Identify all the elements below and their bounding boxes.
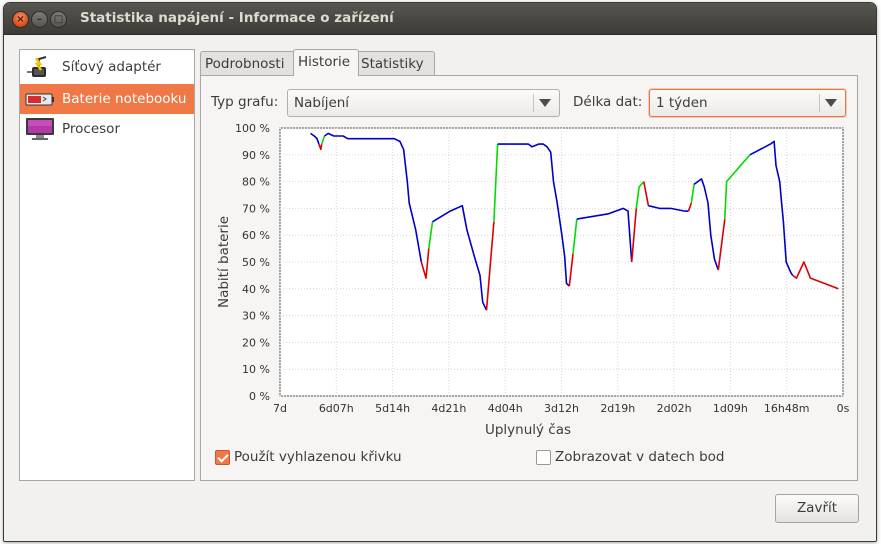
show-data-points-checkbox[interactable] [536,450,551,465]
x-tick-label: 4d04h [488,402,523,415]
x-tick-label: 3d12h [544,402,579,415]
close-window-icon[interactable]: × [12,11,29,28]
x-tick-label: 2d02h [657,402,692,415]
close-button[interactable]: Zavřít [775,494,859,523]
sidebar-item-power-adapter[interactable]: Síťový adaptér [20,52,194,82]
y-tick-label: 0 % [249,390,270,403]
x-tick-label: 0s [837,402,850,415]
show-data-points-label: Zobrazovat v datech bod [555,449,725,465]
smooth-curve-label: Použít vyhlazenou křivku [234,449,402,465]
laptop-battery-icon [25,93,54,106]
y-tick-label: 10 % [242,363,270,376]
y-tick-label: 60 % [242,229,270,242]
y-tick-label: 20 % [242,336,270,349]
minimize-window-icon[interactable]: – [31,11,48,28]
window: × – □ Statistika napájení - Informace o … [3,2,877,542]
x-tick-label: 7d [273,402,287,415]
y-tick-label: 40 % [242,283,270,296]
y-axis-label: Nabití baterie [216,216,232,308]
tab-history[interactable]: Historie [293,49,359,76]
power-adapter-icon [27,56,47,77]
y-tick-label: 30 % [242,310,270,323]
y-tick-label: 100 % [235,122,270,135]
y-axis-ticks: 0 % 10 % 20 % 30 % 40 % 50 % 60 % 70 % 80 % 90 % 1… [235,122,270,403]
x-tick-label: 16h48m [764,402,810,415]
tab-details[interactable]: Podrobnosti [200,51,296,76]
y-tick-label: 70 % [242,202,270,215]
x-axis-ticks: 7d 6d07h 5d14h 4d21h 4d04h 3d12h 2d19h 2d02h 1d0… [273,402,850,415]
tab-statistics[interactable]: Statistiky [356,51,435,76]
maximize-window-icon[interactable]: □ [50,11,67,28]
sidebar-item-label: Síťový adaptér [62,59,161,75]
monitor-icon [26,118,54,140]
x-axis-label: Uplynulý čas [485,422,571,438]
y-tick-label: 50 % [242,256,270,269]
title-bar: × – □ Statistika napájení - Informace o … [4,3,876,35]
sidebar-item-label: Baterie notebooku [62,91,187,107]
y-tick-label: 90 % [242,149,270,162]
sidebar-item-label: Procesor [62,121,120,137]
smooth-curve-checkbox[interactable] [215,450,230,465]
y-tick-label: 80 % [242,176,270,189]
history-panel: Typ grafu: Nabíjení Délka dat: 1 týden 0… [200,75,858,481]
x-tick-label: 5d14h [375,402,410,415]
x-tick-label: 4d21h [431,402,466,415]
window-title: Statistika napájení - Informace o zaříze… [80,10,394,26]
x-tick-label: 6d07h [319,402,354,415]
sidebar-item-processor[interactable]: Procesor [20,114,194,144]
x-tick-label: 1d09h [713,402,748,415]
x-tick-label: 2d19h [600,402,635,415]
sidebar-item-laptop-battery[interactable]: Baterie notebooku [20,84,194,114]
device-list: Síťový adaptér Baterie notebooku Proceso… [19,49,195,481]
battery-history-chart: 0 % 10 % 20 % 30 % 40 % 50 % 60 % 70 % 80 % 90 % 1… [216,122,850,438]
